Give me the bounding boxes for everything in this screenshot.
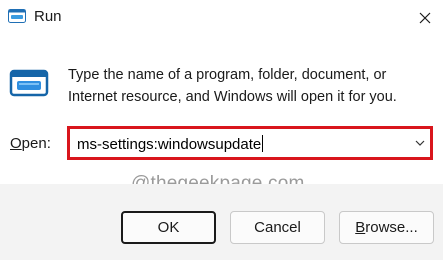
run-dialog: Run Type the name of a program, folder, … (0, 0, 443, 260)
open-label-mnemonic: O (10, 135, 22, 152)
run-program-icon (9, 69, 49, 97)
text-caret (262, 135, 264, 152)
button-bar: OK Cancel Browse... (0, 184, 443, 260)
close-button[interactable] (406, 0, 443, 36)
title-bar[interactable]: Run (0, 0, 443, 36)
open-combobox[interactable]: ms-settings:windowsupdate (67, 126, 433, 160)
open-label-rest: pen: (21, 135, 51, 152)
open-label: Open: (10, 135, 51, 152)
browse-label-rest: rowse... (365, 219, 418, 236)
run-icon (8, 9, 26, 23)
ok-button[interactable]: OK (121, 211, 216, 244)
close-icon (419, 12, 430, 24)
description-text: Type the name of a program, folder, docu… (68, 67, 397, 105)
window-title: Run (34, 8, 62, 25)
open-input-value: ms-settings:windowsupdate (77, 136, 262, 153)
cancel-button[interactable]: Cancel (230, 211, 325, 244)
chevron-down-icon[interactable] (414, 138, 426, 148)
browse-button[interactable]: Browse... (339, 211, 434, 244)
browse-mnemonic: B (355, 219, 366, 236)
open-input[interactable]: ms-settings:windowsupdate (77, 135, 264, 153)
